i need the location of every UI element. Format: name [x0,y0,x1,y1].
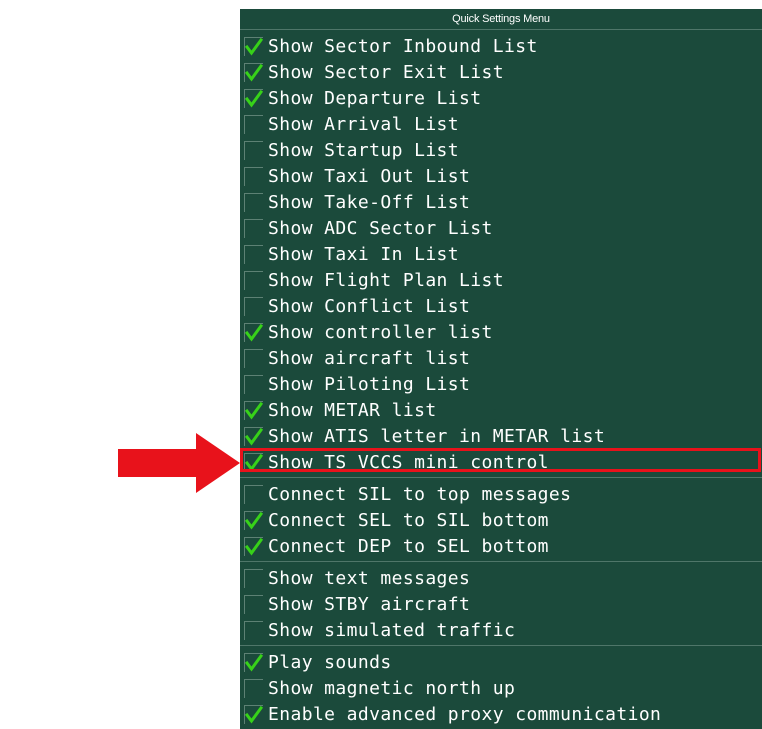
menu-group: Show Sector Inbound List Show Sector Exit… [240,30,762,478]
menu-item-show-metar-list[interactable]: Show METAR list [240,397,762,423]
menu-group: Connect SIL to top messages Connect SEL t… [240,478,762,562]
menu-item-show-taxi-out-list[interactable]: Show Taxi Out List [240,163,762,189]
checkbox[interactable] [244,374,263,394]
checkbox[interactable] [244,62,263,82]
menu-item-label: Show text messages [268,567,471,589]
menu-item-enable-advanced-proxy-communication[interactable]: Enable advanced proxy communication [240,701,762,727]
menu-item-connect-sil-to-top-messages[interactable]: Connect SIL to top messages [240,481,762,507]
menu-item-show-take-off-list[interactable]: Show Take-Off List [240,189,762,215]
menu-item-label: Show METAR list [268,399,437,421]
menu-item-label: Connect DEP to SEL bottom [268,535,549,557]
checkbox[interactable] [244,678,263,698]
menu-item-label: Show Conflict List [268,295,471,317]
checkbox[interactable] [244,244,263,264]
menu-item-label: Show Taxi Out List [268,165,471,187]
menu-item-show-sector-inbound-list[interactable]: Show Sector Inbound List [240,33,762,59]
menu-item-label: Show Departure List [268,87,482,109]
checkmark-icon [245,537,263,556]
menu-item-show-piloting-list[interactable]: Show Piloting List [240,371,762,397]
menu-item-label: Show Arrival List [268,113,460,135]
checkmark-icon [245,63,263,82]
checkbox[interactable] [244,296,263,316]
menu-item-show-taxi-in-list[interactable]: Show Taxi In List [240,241,762,267]
menu-item-show-sector-exit-list[interactable]: Show Sector Exit List [240,59,762,85]
menu-item-show-magnetic-north-up[interactable]: Show magnetic north up [240,675,762,701]
menu-item-show-simulated-traffic[interactable]: Show simulated traffic [240,617,762,643]
checkbox[interactable] [244,166,263,186]
checkbox[interactable] [244,322,263,342]
menu-item-show-aircraft-list[interactable]: Show aircraft list [240,345,762,371]
menu-item-label: Enable advanced proxy communication [268,703,662,725]
menu-item-show-text-messages[interactable]: Show text messages [240,565,762,591]
menu-item-label: Connect SEL to SIL bottom [268,509,549,531]
menu-item-connect-dep-to-sel-bottom[interactable]: Connect DEP to SEL bottom [240,533,762,559]
quick-settings-menu: Quick Settings Menu Show Sector Inbound … [240,9,762,729]
menu-item-label: Show simulated traffic [268,619,516,641]
checkmark-icon [245,427,263,446]
menu-item-label: Show STBY aircraft [268,593,471,615]
menu-item-show-departure-list[interactable]: Show Departure List [240,85,762,111]
menu-item-label: Show aircraft list [268,347,471,369]
menu-group: Play sounds Show magnetic north up Enable … [240,646,762,729]
checkbox[interactable] [244,192,263,212]
menu-item-label: Show ATIS letter in METAR list [268,425,606,447]
menu-group: Show text messages Show STBY aircraft Show… [240,562,762,646]
menu-body: Show Sector Inbound List Show Sector Exit… [240,30,762,729]
menu-item-label: Show ADC Sector List [268,217,493,239]
checkmark-icon [245,511,263,530]
checkbox[interactable] [244,218,263,238]
checkbox[interactable] [244,536,263,556]
menu-item-label: Show Startup List [268,139,460,161]
menu-item-show-flight-plan-list[interactable]: Show Flight Plan List [240,267,762,293]
checkmark-icon [245,453,263,472]
checkbox[interactable] [244,452,263,472]
checkbox[interactable] [244,510,263,530]
checkmark-icon [245,323,263,342]
menu-item-label: Show TS VCCS mini control [268,451,549,473]
menu-item-label: Play sounds [268,651,392,673]
checkbox[interactable] [244,36,263,56]
menu-item-label: Show Piloting List [268,373,471,395]
menu-title: Quick Settings Menu [240,9,762,30]
checkbox[interactable] [244,270,263,290]
menu-item-label: Show Taxi In List [268,243,460,265]
checkbox[interactable] [244,652,263,672]
checkbox[interactable] [244,114,263,134]
checkbox[interactable] [244,88,263,108]
checkmark-icon [245,37,263,56]
menu-item-show-conflict-list[interactable]: Show Conflict List [240,293,762,319]
menu-item-show-stby-aircraft[interactable]: Show STBY aircraft [240,591,762,617]
menu-item-label: Connect SIL to top messages [268,483,572,505]
menu-item-play-sounds[interactable]: Play sounds [240,649,762,675]
menu-item-show-ts-vccs-mini-control[interactable]: Show TS VCCS mini control [240,448,762,475]
checkbox[interactable] [244,400,263,420]
menu-item-label: Show Sector Inbound List [268,35,538,57]
menu-item-label: Show controller list [268,321,493,343]
checkbox[interactable] [244,704,263,724]
menu-item-show-controller-list[interactable]: Show controller list [240,319,762,345]
checkmark-icon [245,401,263,420]
menu-item-show-startup-list[interactable]: Show Startup List [240,137,762,163]
menu-item-show-arrival-list[interactable]: Show Arrival List [240,111,762,137]
checkmark-icon [245,705,263,724]
checkmark-icon [245,89,263,108]
checkbox[interactable] [244,568,263,588]
menu-item-label: Show Take-Off List [268,191,471,213]
checkmark-icon [245,653,263,672]
menu-item-label: Show Flight Plan List [268,269,504,291]
menu-item-show-atis-letter-in-metar-list[interactable]: Show ATIS letter in METAR list [240,423,762,449]
checkbox[interactable] [244,484,263,504]
menu-item-connect-sel-to-sil-bottom[interactable]: Connect SEL to SIL bottom [240,507,762,533]
checkbox[interactable] [244,594,263,614]
red-arrow-icon [118,433,240,493]
checkbox[interactable] [244,426,263,446]
checkbox[interactable] [244,348,263,368]
checkbox[interactable] [244,620,263,640]
checkbox[interactable] [244,140,263,160]
menu-item-show-adc-sector-list[interactable]: Show ADC Sector List [240,215,762,241]
menu-item-label: Show Sector Exit List [268,61,504,83]
menu-item-label: Show magnetic north up [268,677,516,699]
